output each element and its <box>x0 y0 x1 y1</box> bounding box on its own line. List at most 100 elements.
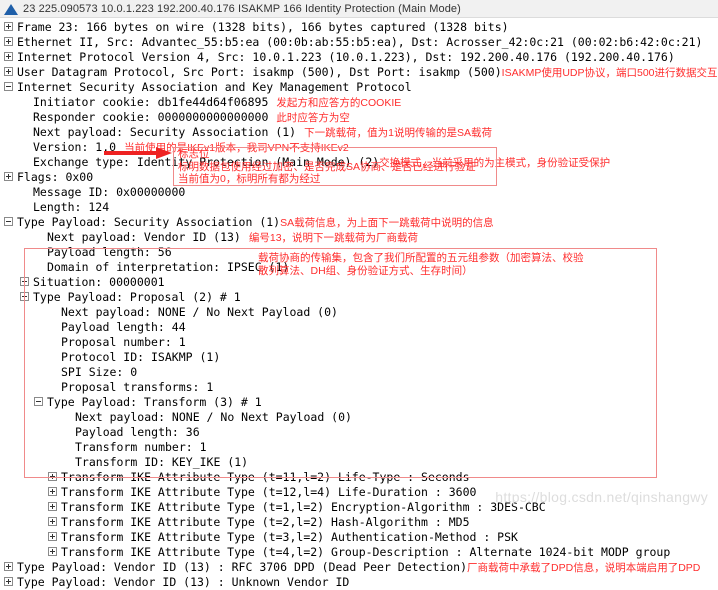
expander-minus-icon[interactable] <box>4 217 13 226</box>
tree-row-transform-number[interactable]: Transform number: 1 <box>0 440 718 455</box>
expander-plus-icon[interactable] <box>48 472 57 481</box>
tree-row-attr-hash[interactable]: Transform IKE Attribute Type (t=2,l=2) H… <box>0 515 718 530</box>
tree-row-message-id[interactable]: Message ID: 0x00000000 <box>0 185 718 200</box>
tree-row-attr-life-type-label: Transform IKE Attribute Type (t=11,l=2) … <box>61 470 470 484</box>
tree-row-responder-cookie-label: Responder cookie: 0000000000000000 <box>33 110 269 124</box>
annotation-vendor-dpd: 厂商载荷中承载了DPD信息，说明本端启用了DPD <box>467 562 701 574</box>
expander-plus-icon[interactable] <box>48 547 57 556</box>
tree-row-transform[interactable]: Type Payload: Transform (3) # 1 <box>0 395 718 410</box>
tree-row-transform-id[interactable]: Transform ID: KEY_IKE (1) <box>0 455 718 470</box>
tree-row-sa-next-payload[interactable]: Next payload: Vendor ID (13) 编号13，说明下一跳载荷… <box>0 230 718 245</box>
expander-plus-icon[interactable] <box>4 172 13 181</box>
annotation-sa-next-payload: 编号13，说明下一跳载荷为厂商载荷 <box>248 232 419 244</box>
tree-row-proposal-number-label: Proposal number: 1 <box>61 335 186 349</box>
tree-row-responder-cookie[interactable]: Responder cookie: 0000000000000000 此时应答方为… <box>0 110 718 125</box>
tree-row-proposal-spi-size[interactable]: SPI Size: 0 <box>0 365 718 380</box>
tree-row-vendor-unknown[interactable]: Type Payload: Vendor ID (13) : Unknown V… <box>0 575 718 590</box>
expander-plus-icon[interactable] <box>48 502 57 511</box>
tree-row-message-id-label: Message ID: 0x00000000 <box>33 185 186 199</box>
tree-row-length[interactable]: Length: 124 <box>0 200 718 215</box>
tree-row-ip[interactable]: Internet Protocol Version 4, Src: 10.0.1… <box>0 50 718 65</box>
expander-minus-icon[interactable] <box>34 397 43 406</box>
annotation-udp: ISAKMP使用UDP协议，端口500进行数据交互 <box>501 67 718 79</box>
tree-row-transform-next-payload-label: Next payload: NONE / No Next Payload (0) <box>75 410 352 424</box>
tree-row-proposal-payload-length-label: Payload length: 44 <box>61 320 186 334</box>
wireshark-logo-icon <box>4 4 18 15</box>
expander-plus-icon[interactable] <box>4 22 13 31</box>
tree-row-ip-label: Internet Protocol Version 4, Src: 10.0.1… <box>17 50 675 64</box>
annotation-responder-cookie: 此时应答方为空 <box>276 112 350 124</box>
tree-row-next-payload[interactable]: Next payload: Security Association (1) 下一… <box>0 125 718 140</box>
tree-row-transform-payload-length-label: Payload length: 36 <box>75 425 200 439</box>
proposal-callout-line-1: 载荷协商的传输集，包含了我们所配置的五元组参数（加密算法、校验 <box>258 252 584 264</box>
tree-row-proposal-label: Type Payload: Proposal (2) # 1 <box>33 290 241 304</box>
tree-row-vendor-dpd-label: Type Payload: Vendor ID (13) : RFC 3706 … <box>17 560 468 574</box>
annotation-next-payload: 下一跳载荷，值为1说明传输的是SA载荷 <box>304 127 492 139</box>
flags-callout-line-1: 标志位 <box>178 148 210 160</box>
tree-row-proposal-payload-length[interactable]: Payload length: 44 <box>0 320 718 335</box>
tree-row-frame-label: Frame 23: 166 bytes on wire (1328 bits),… <box>17 20 509 34</box>
tree-row-frame[interactable]: Frame 23: 166 bytes on wire (1328 bits),… <box>0 20 718 35</box>
tree-row-flags-label: Flags: 0x00 <box>17 170 94 184</box>
tree-row-transform-payload-length[interactable]: Payload length: 36 <box>0 425 718 440</box>
tree-row-sa-payload[interactable]: Type Payload: Security Association (1)SA… <box>0 215 718 230</box>
tree-row-attr-auth[interactable]: Transform IKE Attribute Type (t=3,l=2) A… <box>0 530 718 545</box>
tree-row-attr-hash-label: Transform IKE Attribute Type (t=2,l=2) H… <box>61 515 470 529</box>
tree-row-proposal-transforms[interactable]: Proposal transforms: 1 <box>0 380 718 395</box>
tree-row-attr-life-type[interactable]: Transform IKE Attribute Type (t=11,l=2) … <box>0 470 718 485</box>
watermark: https://blog.csdn.net/qinshangwy <box>495 489 708 505</box>
expander-plus-icon[interactable] <box>4 562 13 571</box>
expander-plus-icon[interactable] <box>4 577 13 586</box>
tree-row-attr-auth-label: Transform IKE Attribute Type (t=3,l=2) A… <box>61 530 518 544</box>
packet-summary-text: 23 225.090573 10.0.1.223 192.200.40.176 … <box>23 2 461 15</box>
tree-row-attr-group-label: Transform IKE Attribute Type (t=4,l=2) G… <box>61 545 671 559</box>
tree-row-sa-situation-label: Situation: 00000001 <box>33 275 165 289</box>
tree-row-sa-doi-label: Domain of interpretation: IPSEC (1) <box>47 260 290 274</box>
tree-row-attr-group[interactable]: Transform IKE Attribute Type (t=4,l=2) G… <box>0 545 718 560</box>
tree-row-proposal-number[interactable]: Proposal number: 1 <box>0 335 718 350</box>
tree-row-transform-number-label: Transform number: 1 <box>75 440 207 454</box>
expander-plus-icon[interactable] <box>48 487 57 496</box>
tree-row-isakmp[interactable]: Internet Security Association and Key Ma… <box>0 80 718 95</box>
tree-row-transform-label: Type Payload: Transform (3) # 1 <box>47 395 262 409</box>
expander-minus-icon[interactable] <box>4 82 13 91</box>
expander-plus-icon[interactable] <box>4 37 13 46</box>
tree-row-isakmp-label: Internet Security Association and Key Ma… <box>17 80 412 94</box>
tree-row-vendor-unknown-label: Type Payload: Vendor ID (13) : Unknown V… <box>17 575 350 589</box>
expander-plus-icon[interactable] <box>48 532 57 541</box>
tree-row-initiator-cookie-label: Initiator cookie: db1fe44d64f06895 <box>33 95 269 109</box>
expander-minus-icon[interactable] <box>20 292 29 301</box>
tree-row-transform-id-label: Transform ID: KEY_IKE (1) <box>75 455 249 469</box>
tree-row-proposal-protocol-id[interactable]: Protocol ID: ISAKMP (1) <box>0 350 718 365</box>
arrow-head-icon <box>156 147 172 159</box>
expander-plus-icon[interactable] <box>4 67 13 76</box>
packet-summary-titlebar: 23 225.090573 10.0.1.223 192.200.40.176 … <box>0 0 718 18</box>
tree-row-attr-life-duration-label: Transform IKE Attribute Type (t=12,l=4) … <box>61 485 477 499</box>
tree-row-proposal-next-payload-label: Next payload: NONE / No Next Payload (0) <box>61 305 338 319</box>
tree-row-vendor-dpd[interactable]: Type Payload: Vendor ID (13) : RFC 3706 … <box>0 560 718 575</box>
flags-callout-line-3: 当前值为0，标明所有都为经过 <box>178 173 321 185</box>
tree-row-udp[interactable]: User Datagram Protocol, Src Port: isakmp… <box>0 65 718 80</box>
tree-row-transform-next-payload[interactable]: Next payload: NONE / No Next Payload (0) <box>0 410 718 425</box>
tree-row-udp-label: User Datagram Protocol, Src Port: isakmp… <box>17 65 502 79</box>
tree-row-sa-payload-label: Type Payload: Security Association (1) <box>17 215 281 229</box>
arrow-shaft <box>104 151 158 155</box>
tree-row-sa-next-payload-label: Next payload: Vendor ID (13) <box>47 230 241 244</box>
tree-row-proposal-transforms-label: Proposal transforms: 1 <box>61 380 214 394</box>
tree-row-next-payload-label: Next payload: Security Association (1) <box>33 125 297 139</box>
tree-row-proposal-protocol-id-label: Protocol ID: ISAKMP (1) <box>61 350 221 364</box>
tree-row-ethernet[interactable]: Ethernet II, Src: Advantec_55:b5:ea (00:… <box>0 35 718 50</box>
expander-plus-icon[interactable] <box>48 517 57 526</box>
expander-plus-icon[interactable] <box>4 52 13 61</box>
flags-callout-arrow <box>104 147 174 159</box>
annotation-sa-payload: SA载荷信息，为上面下一跳载荷中说明的信息 <box>280 217 494 229</box>
tree-row-proposal-spi-size-label: SPI Size: 0 <box>61 365 138 379</box>
tree-row-ethernet-label: Ethernet II, Src: Advantec_55:b5:ea (00:… <box>17 35 703 49</box>
tree-row-proposal-next-payload[interactable]: Next payload: NONE / No Next Payload (0) <box>0 305 718 320</box>
tree-row-length-label: Length: 124 <box>33 200 110 214</box>
expander-plus-icon[interactable] <box>20 277 29 286</box>
annotation-initiator-cookie: 发起方和应答方的COOKIE <box>276 97 402 109</box>
tree-row-attr-encryption-label: Transform IKE Attribute Type (t=1,l=2) E… <box>61 500 546 514</box>
tree-row-initiator-cookie[interactable]: Initiator cookie: db1fe44d64f06895 发起方和应答… <box>0 95 718 110</box>
tree-row-proposal[interactable]: Type Payload: Proposal (2) # 1 <box>0 290 718 305</box>
